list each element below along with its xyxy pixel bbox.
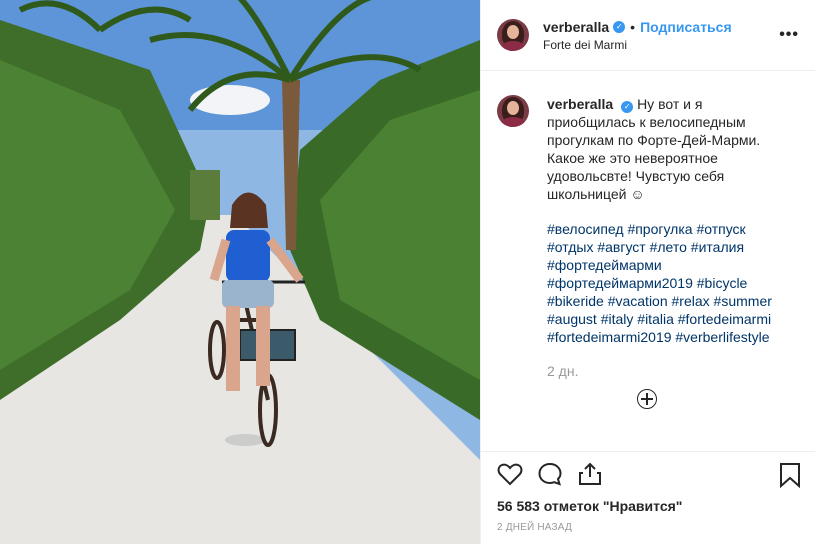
caption-comment: verberalla ✓ Ну вот и я приобщилась к вел… [497, 95, 801, 380]
caption-line: удовольсвте! Чувстую себя [547, 168, 725, 184]
comment-icon[interactable] [537, 462, 563, 486]
post-header: verberalla ✓ • Подписаться Forte dei Mar… [481, 0, 815, 71]
plus-circle-icon[interactable] [637, 389, 657, 409]
hashtag-line[interactable]: #fortedeimarmi2019 #verberlifestyle [547, 328, 783, 346]
post-panel: verberalla ✓ • Подписаться Forte dei Mar… [480, 0, 815, 544]
caption-line: Какое же это невероятное [547, 150, 718, 166]
photo-scene [0, 0, 480, 544]
verified-badge-icon: ✓ [621, 101, 634, 113]
hashtag-line[interactable]: #велосипед #прогулка #отпуск [547, 220, 783, 238]
caption-avatar[interactable] [497, 95, 529, 127]
action-bar: 56 583 отметок "Нравится" 2 ДНЕЙ НАЗАД [481, 451, 815, 545]
post-date: 2 ДНЕЙ НАЗАД [497, 522, 572, 533]
follow-button[interactable]: Подписаться [640, 19, 732, 35]
username-link[interactable]: verberalla [543, 19, 609, 35]
heart-icon[interactable] [497, 462, 523, 486]
more-options-icon[interactable]: ••• [779, 26, 799, 44]
bookmark-icon[interactable] [779, 462, 801, 488]
post-photo[interactable] [0, 0, 480, 544]
caption-line: Ну вот и я [637, 96, 703, 112]
caption-username[interactable]: verberalla [547, 96, 613, 112]
hashtag-line[interactable]: #august #italy #italia #fortedeimarmi [547, 310, 783, 328]
caption-line: школьницей ☺ [547, 186, 645, 202]
hashtag-line[interactable]: #фортедеймарми [547, 256, 783, 274]
avatar[interactable] [497, 19, 529, 51]
hashtags: #велосипед #прогулка #отпуск #отдых #авг… [547, 220, 783, 346]
caption-line: приобщилась к велосипедным [547, 114, 746, 130]
location-link[interactable]: Forte dei Marmi [543, 38, 732, 52]
likes-count[interactable]: 56 583 отметок "Нравится" [497, 498, 682, 514]
hashtag-line[interactable]: #фортедеймарми2019 #bicycle [547, 274, 783, 292]
share-icon[interactable] [577, 462, 603, 486]
hashtag-line[interactable]: #bikeride #vacation #relax #summer [547, 292, 783, 310]
header-info: verberalla ✓ • Подписаться Forte dei Mar… [543, 19, 732, 52]
caption-line: прогулкам по Форте-Дей-Марми. [547, 132, 761, 148]
caption-age: 2 дн. [547, 363, 579, 379]
verified-badge-icon: ✓ [613, 20, 626, 33]
caption-text: verberalla ✓ Ну вот и я приобщилась к вел… [547, 95, 783, 380]
separator-dot: • [630, 18, 636, 35]
hashtag-line[interactable]: #отдых #август #лето #италия [547, 238, 783, 256]
